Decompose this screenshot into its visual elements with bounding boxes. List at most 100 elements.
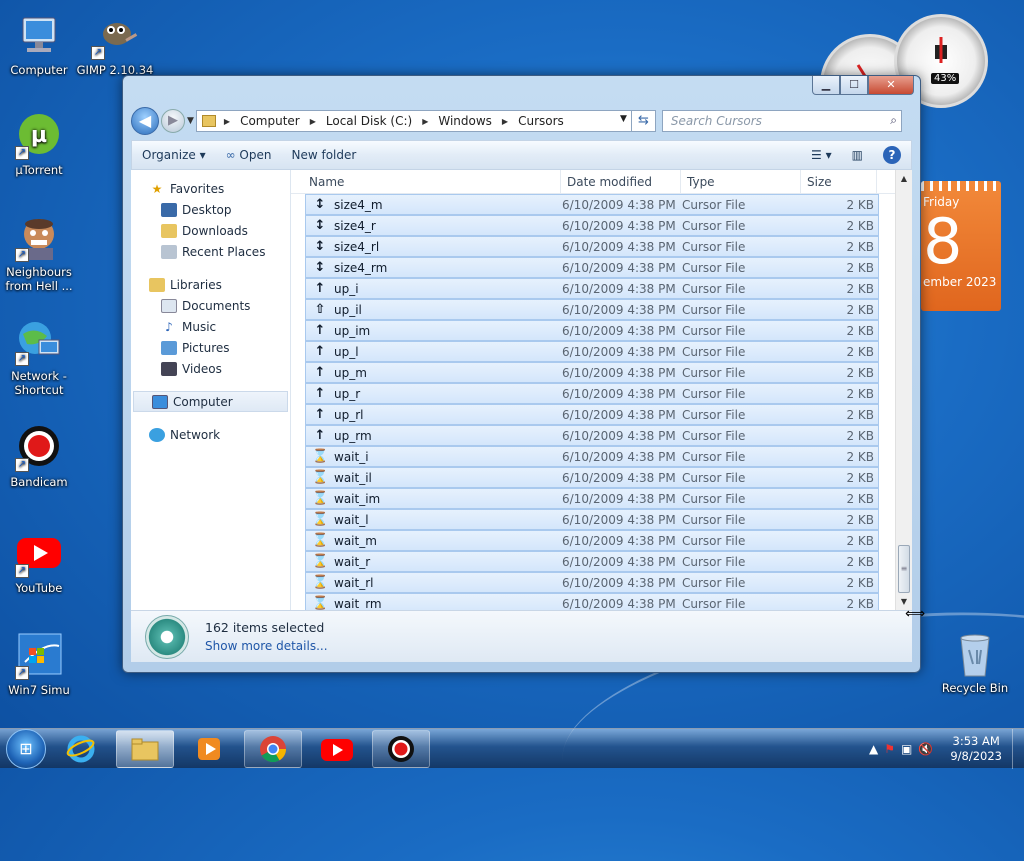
- close-button[interactable]: ✕: [868, 76, 914, 95]
- organize-button[interactable]: Organize ▾: [132, 148, 216, 162]
- file-size: 2 KB: [846, 596, 874, 611]
- breadcrumb-cursors[interactable]: Cursors: [518, 114, 564, 128]
- nav-music[interactable]: ♪ Music: [131, 316, 290, 337]
- minimize-button[interactable]: ▁: [812, 76, 840, 95]
- nav-recent-places[interactable]: Recent Places: [131, 241, 290, 262]
- explorer-body: ★ Favorites Desktop Downloads Recent Plac…: [131, 170, 912, 610]
- breadcrumb-separator-icon[interactable]: ▶: [502, 117, 508, 126]
- desktop-icon-bandicam[interactable]: ↗ Bandicam: [0, 424, 78, 489]
- file-type: Cursor File: [682, 596, 746, 611]
- address-bar[interactable]: ▶ Computer ▶ Local Disk (C:) ▶ Windows ▶…: [195, 110, 632, 132]
- table-row[interactable]: ↕ size4_rl 6/10/2009 4:38 PM Cursor File 2 K…: [305, 236, 879, 257]
- table-row[interactable]: ↑ up_i 6/10/2009 4:38 PM Cursor File 2 KB: [305, 278, 879, 299]
- nav-label: Network: [170, 427, 221, 442]
- table-row[interactable]: ↕ size4_rm 6/10/2009 4:38 PM Cursor File 2 K…: [305, 257, 879, 278]
- nav-videos[interactable]: Videos: [131, 358, 290, 379]
- table-row[interactable]: ⇧ up_il 6/10/2009 4:38 PM Cursor File 2 KB: [305, 299, 879, 320]
- open-button[interactable]: ∞ Open: [216, 148, 282, 162]
- file-size: 2 KB: [846, 575, 874, 590]
- forward-button[interactable]: ▶: [161, 109, 185, 133]
- cursor-file-icon: ↕: [314, 218, 326, 233]
- action-center-icon[interactable]: ⚑: [884, 742, 895, 756]
- breadcrumb-separator-icon[interactable]: ▶: [422, 117, 428, 126]
- desktop-icon-recycle-bin[interactable]: Recycle Bin: [936, 630, 1014, 695]
- view-options-button[interactable]: ☰ ▾: [801, 148, 842, 162]
- file-type: Cursor File: [682, 554, 746, 569]
- nav-favorites[interactable]: ★ Favorites: [131, 178, 290, 199]
- nav-computer[interactable]: Computer: [133, 391, 288, 412]
- back-button[interactable]: ◀: [131, 107, 159, 135]
- desktop-icon-network-shortcut[interactable]: ↗ Network - Shortcut: [0, 318, 78, 397]
- maximize-button[interactable]: ☐: [840, 76, 868, 95]
- nav-desktop[interactable]: Desktop: [131, 199, 290, 220]
- bandicam-icon: [388, 735, 414, 762]
- column-date-modified[interactable]: Date modified: [561, 170, 681, 194]
- explorer-window[interactable]: ▁ ☐ ✕ ◀ ▶ ▼ ▶ Computer ▶ Local Disk (C:)…: [122, 75, 921, 673]
- desktop-icon-gimp[interactable]: ↗ GIMP 2.10.34: [76, 12, 154, 77]
- taskbar-media-player[interactable]: [180, 730, 238, 768]
- taskbar-bandicam[interactable]: [372, 729, 430, 768]
- refresh-button[interactable]: ⇆: [631, 110, 656, 132]
- help-button[interactable]: ?: [883, 146, 901, 164]
- network-status-icon[interactable]: ▣: [901, 742, 912, 756]
- star-icon: ★: [151, 181, 163, 196]
- nav-libraries[interactable]: Libraries: [131, 274, 290, 295]
- file-date: 6/10/2009 4:38 PM: [562, 239, 676, 254]
- table-row[interactable]: ⌛ wait_i 6/10/2009 4:38 PM Cursor File 2 KB: [305, 446, 879, 467]
- nav-downloads[interactable]: Downloads: [131, 220, 290, 241]
- column-size[interactable]: Size: [801, 170, 877, 194]
- taskbar-internet-explorer[interactable]: [52, 730, 110, 768]
- show-desktop-button[interactable]: [1012, 728, 1024, 769]
- table-row[interactable]: ↕ size4_m 6/10/2009 4:38 PM Cursor File 2 KB: [305, 194, 879, 215]
- calendar-gadget[interactable]: Friday 8 ember 2023: [921, 181, 1001, 311]
- table-row[interactable]: ⌛ wait_m 6/10/2009 4:38 PM Cursor File 2 KB: [305, 530, 879, 551]
- taskbar-chrome[interactable]: [244, 729, 302, 768]
- table-row[interactable]: ⌛ wait_il 6/10/2009 4:38 PM Cursor File 2 KB: [305, 467, 879, 488]
- table-row[interactable]: ⌛ wait_im 6/10/2009 4:38 PM Cursor File 2 KB: [305, 488, 879, 509]
- desktop-icon-youtube[interactable]: ↗ YouTube: [0, 530, 78, 595]
- scroll-thumb[interactable]: ≡: [898, 545, 910, 593]
- table-row[interactable]: ↑ up_r 6/10/2009 4:38 PM Cursor File 2 KB: [305, 383, 879, 404]
- table-row[interactable]: ↑ up_m 6/10/2009 4:38 PM Cursor File 2 KB: [305, 362, 879, 383]
- desktop-icon-label: µTorrent: [15, 163, 63, 177]
- preview-pane-button[interactable]: ▥: [842, 148, 873, 162]
- table-row[interactable]: ⌛ wait_rl 6/10/2009 4:38 PM Cursor File 2 KB: [305, 572, 879, 593]
- breadcrumb-separator-icon[interactable]: ▶: [310, 117, 316, 126]
- nav-network[interactable]: Network: [131, 424, 290, 445]
- show-hidden-icons-icon[interactable]: ▲: [869, 742, 878, 756]
- taskbar-youtube[interactable]: [308, 730, 366, 768]
- search-input[interactable]: Search Cursors ⌕: [661, 110, 902, 132]
- table-row[interactable]: ↑ up_im 6/10/2009 4:38 PM Cursor File 2 KB: [305, 320, 879, 341]
- nav-pictures[interactable]: Pictures: [131, 337, 290, 358]
- breadcrumb-windows[interactable]: Windows: [438, 114, 492, 128]
- breadcrumb-separator-icon[interactable]: ▶: [224, 117, 230, 126]
- desktop-icon-computer[interactable]: Computer: [0, 12, 78, 77]
- column-name[interactable]: Name: [291, 170, 561, 194]
- show-more-details-link[interactable]: Show more details...: [205, 639, 328, 653]
- volume-muted-icon[interactable]: 🔇: [918, 742, 933, 756]
- desktop-icon-utorrent[interactable]: µ ↗ µTorrent: [0, 112, 78, 177]
- table-row[interactable]: ⌛ wait_rm 6/10/2009 4:38 PM Cursor File 2 KB: [305, 593, 879, 610]
- new-folder-button[interactable]: New folder: [281, 148, 366, 162]
- taskbar-windows-explorer[interactable]: [116, 729, 174, 768]
- address-dropdown-icon[interactable]: ▼: [620, 114, 627, 124]
- table-row[interactable]: ↑ up_l 6/10/2009 4:38 PM Cursor File 2 KB: [305, 341, 879, 362]
- table-row[interactable]: ⌛ wait_r 6/10/2009 4:38 PM Cursor File 2 KB: [305, 551, 879, 572]
- table-row[interactable]: ⌛ wait_l 6/10/2009 4:38 PM Cursor File 2 KB: [305, 509, 879, 530]
- scroll-up-icon[interactable]: ▲: [896, 170, 912, 187]
- table-row[interactable]: ↕ size4_r 6/10/2009 4:38 PM Cursor File 2 KB: [305, 215, 879, 236]
- caption-buttons: ▁ ☐ ✕: [812, 76, 914, 95]
- clock[interactable]: 3:53 AM 9/8/2023: [950, 734, 1002, 764]
- desktop-icon-win7-simu[interactable]: ↗ Win7 Simu: [0, 632, 78, 697]
- nav-documents[interactable]: Documents: [131, 295, 290, 316]
- desktop-icon-neighbours[interactable]: ↗ Neighbours from Hell ...: [0, 214, 78, 293]
- recent-pages-button[interactable]: ▼: [187, 116, 194, 126]
- breadcrumb-computer[interactable]: Computer: [240, 114, 300, 128]
- start-button[interactable]: ⊞: [6, 728, 46, 769]
- table-row[interactable]: ↑ up_rm 6/10/2009 4:38 PM Cursor File 2 KB: [305, 425, 879, 446]
- column-type[interactable]: Type: [681, 170, 801, 194]
- vertical-scrollbar[interactable]: ▲ ≡ ▼: [895, 170, 912, 610]
- search-icon[interactable]: ⌕: [890, 113, 897, 128]
- table-row[interactable]: ↑ up_rl 6/10/2009 4:38 PM Cursor File 2 KB: [305, 404, 879, 425]
- breadcrumb-local-disk[interactable]: Local Disk (C:): [326, 114, 412, 128]
